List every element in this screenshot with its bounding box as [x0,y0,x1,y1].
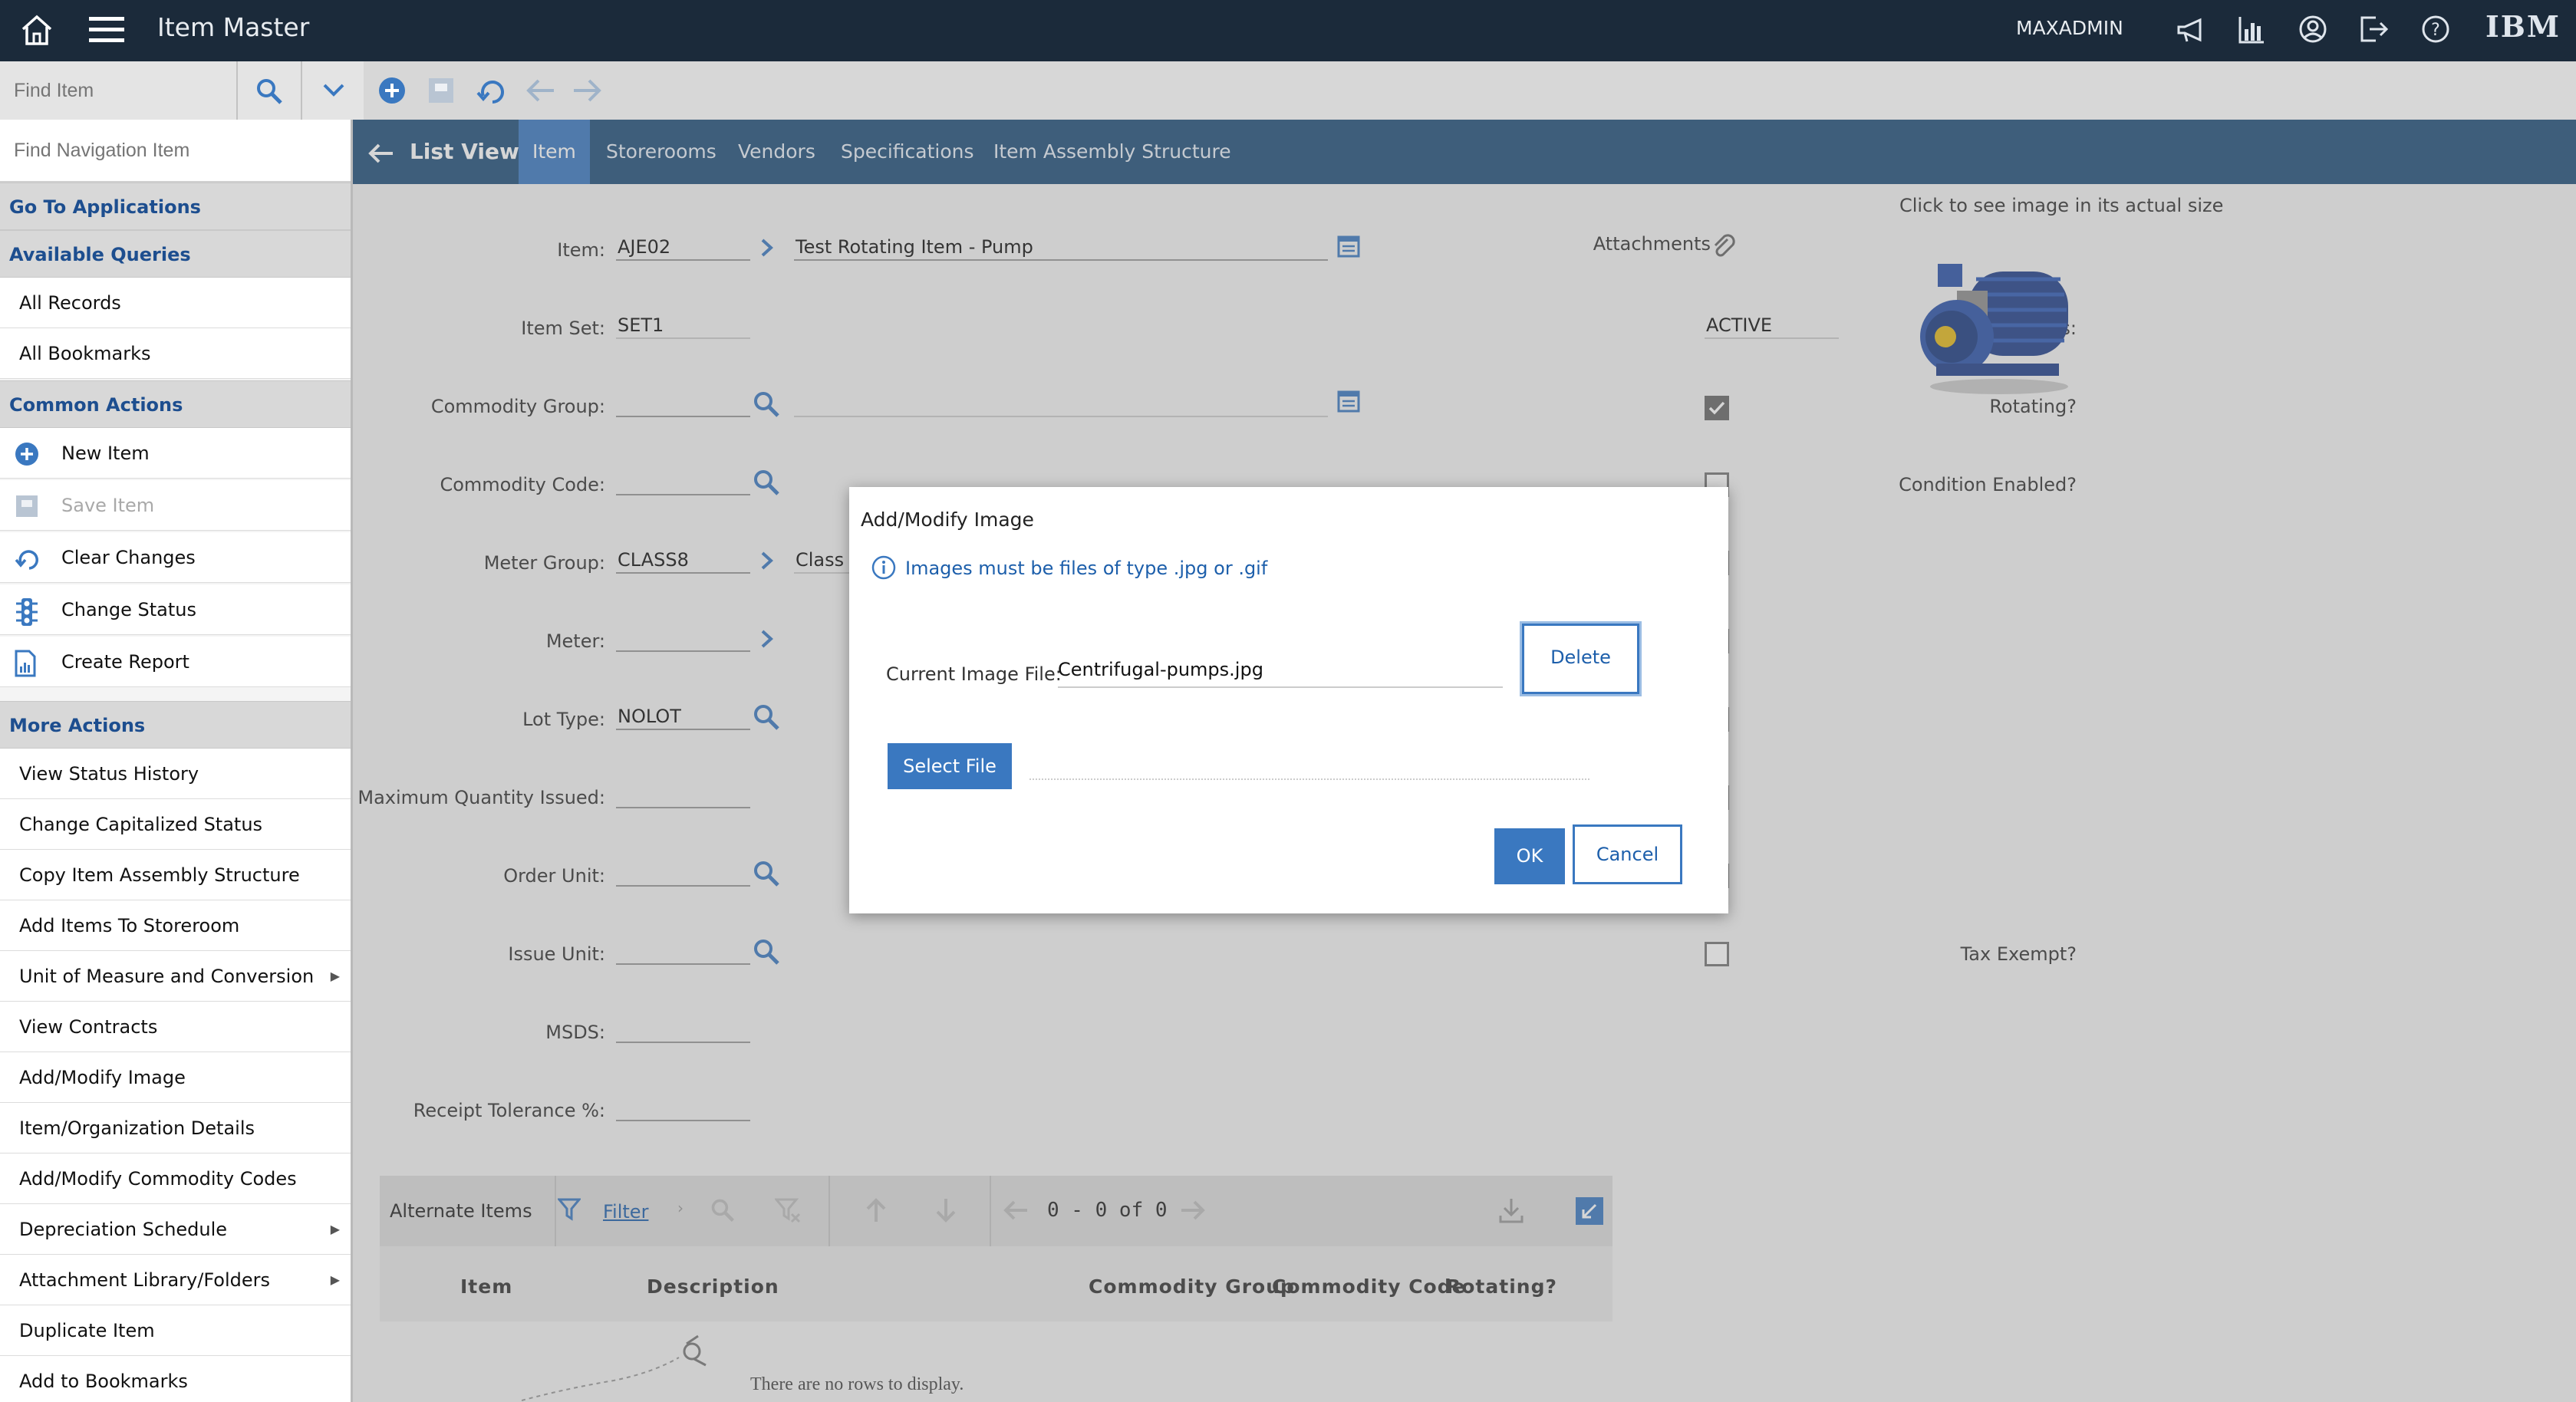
action-save-item[interactable]: Save Item [0,480,351,531]
current-image-label: Current Image File: [886,663,1062,685]
common-actions-header[interactable]: Common Actions [0,380,351,428]
selected-file-field [1029,778,1589,780]
more-actions-header[interactable]: More Actions [0,701,351,749]
add-modify-image-dialog: Add/Modify Image Images must be files of… [849,487,1728,913]
help-icon[interactable]: ? [2421,15,2450,44]
action-add-modify-image[interactable]: Add/Modify Image [0,1052,351,1103]
app-title: Item Master [157,12,310,42]
arrow-right-icon[interactable] [572,77,603,104]
create-report-label: Create Report [61,651,189,673]
new-item-label: New Item [61,443,150,464]
left-navigation: Go To Applications Available Queries All… [0,120,353,1402]
current-image-field: Centrifugal-pumps.jpg [1058,659,1503,688]
arrow-left-icon[interactable] [525,77,555,104]
bar-chart-icon[interactable] [2238,15,2265,44]
top-bar: Item Master MAXADMIN ? IBM [0,0,2576,61]
logout-icon[interactable] [2359,15,2390,44]
megaphone-icon[interactable] [2176,17,2206,44]
new-item-icon [14,441,40,467]
query-all-bookmarks[interactable]: All Bookmarks [0,328,351,379]
save-item-icon [14,493,40,519]
traffic-light-icon [14,597,40,627]
submenu-arrow-icon: ▶ [330,969,340,983]
save-icon[interactable] [427,76,456,105]
available-queries-header[interactable]: Available Queries [0,230,351,278]
query-all-records[interactable]: All Records [0,278,351,328]
action-depreciation-schedule[interactable]: Depreciation Schedule ▶ [0,1204,351,1255]
user-name[interactable]: MAXADMIN [2016,17,2123,39]
ok-button[interactable]: OK [1494,828,1565,884]
clear-changes-label: Clear Changes [61,547,196,568]
action-new-item[interactable]: New Item [0,428,351,479]
depreciation-schedule-label: Depreciation Schedule [19,1219,228,1240]
chevron-down-icon[interactable] [301,61,364,120]
user-profile-icon[interactable] [2298,15,2327,44]
change-status-label: Change Status [61,599,196,620]
info-message: Images must be files of type .jpg or .gi… [905,558,1268,579]
action-clear-changes[interactable]: Clear Changes [0,532,351,583]
action-create-report[interactable]: Create Report [0,637,351,687]
attachment-library-label: Attachment Library/Folders [19,1269,270,1291]
undo-icon[interactable] [476,76,506,105]
submenu-arrow-icon: ▶ [330,1222,340,1236]
action-copy-item-assembly[interactable]: Copy Item Assembly Structure [0,850,351,900]
ibm-logo: IBM [2485,9,2561,44]
find-navigation-input[interactable] [0,120,351,183]
find-item-input[interactable] [0,61,236,120]
action-add-to-bookmarks[interactable]: Add to Bookmarks [0,1356,351,1402]
info-icon [871,555,897,581]
search-button[interactable] [236,61,301,120]
action-change-capitalized-status[interactable]: Change Capitalized Status [0,799,351,850]
cancel-button[interactable]: Cancel [1573,824,1682,884]
action-add-modify-commodity[interactable]: Add/Modify Commodity Codes [0,1154,351,1204]
action-unit-of-measure[interactable]: Unit of Measure and Conversion ▶ [0,951,351,1002]
select-file-button[interactable]: Select File [888,743,1012,789]
delete-button[interactable]: Delete [1520,621,1642,696]
go-to-applications[interactable]: Go To Applications [0,183,351,230]
toolbar [0,61,2576,120]
menu-icon[interactable] [89,15,124,44]
dialog-title: Add/Modify Image [861,508,1034,531]
save-item-label: Save Item [61,495,155,516]
action-duplicate-item[interactable]: Duplicate Item [0,1305,351,1356]
action-attachment-library[interactable]: Attachment Library/Folders ▶ [0,1255,351,1305]
undo-icon [14,545,41,571]
home-icon[interactable] [20,14,54,46]
action-change-status[interactable]: Change Status [0,584,351,635]
new-record-icon[interactable] [377,76,407,105]
unit-of-measure-label: Unit of Measure and Conversion [19,966,315,987]
report-icon [14,650,37,677]
action-view-status-history[interactable]: View Status History [0,749,351,799]
action-add-items-storeroom[interactable]: Add Items To Storeroom [0,900,351,951]
submenu-arrow-icon: ▶ [330,1272,340,1287]
action-view-contracts[interactable]: View Contracts [0,1002,351,1052]
action-item-org-details[interactable]: Item/Organization Details [0,1103,351,1154]
svg-text:?: ? [2431,21,2440,40]
